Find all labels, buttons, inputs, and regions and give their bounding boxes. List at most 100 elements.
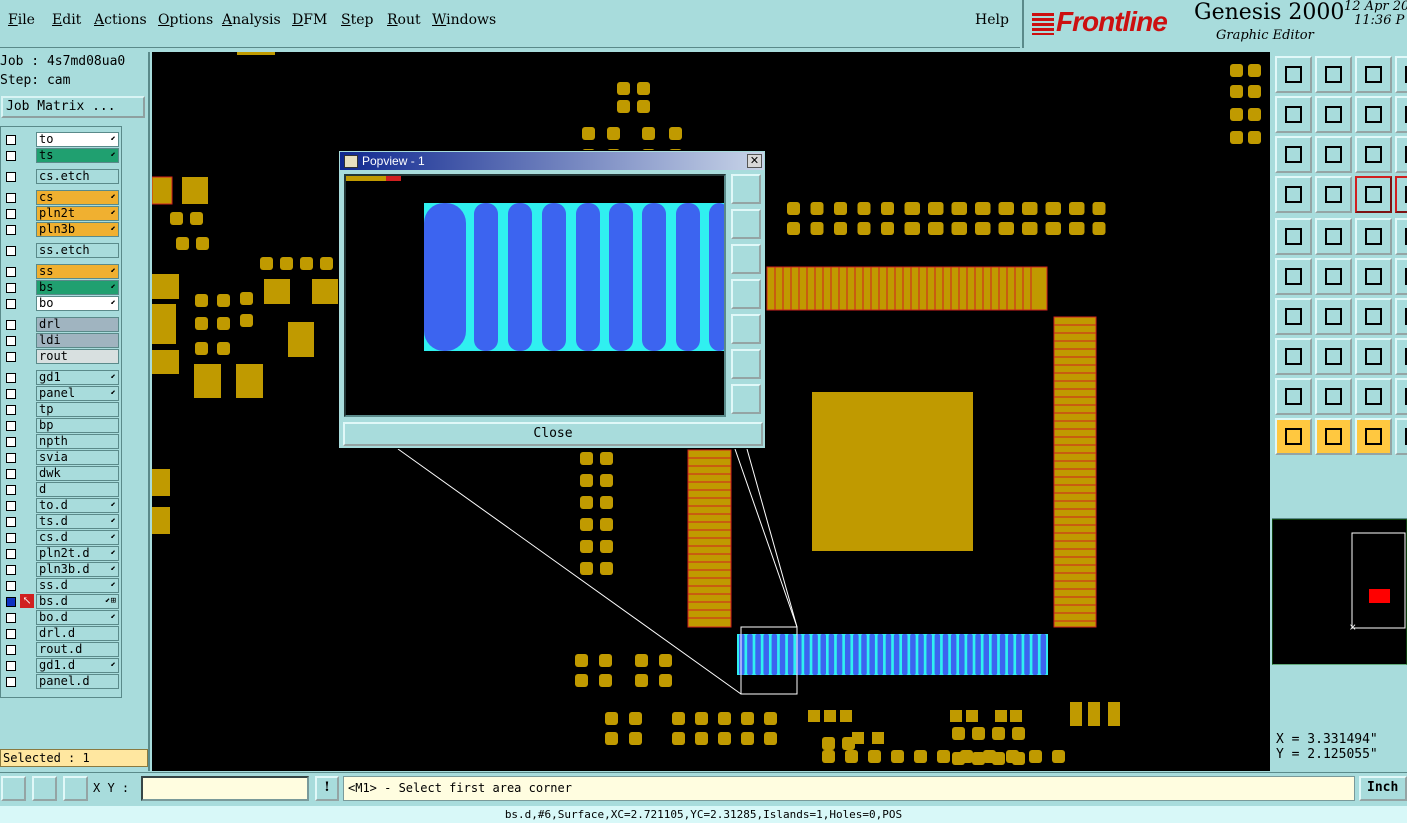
layer-checkbox[interactable] [6, 645, 16, 655]
layer-row[interactable]: bp [1, 418, 123, 433]
layer-row[interactable]: rout [1, 349, 123, 364]
layer-row[interactable]: ↖ bs.d ⬋⊞ [1, 594, 123, 609]
layer-row[interactable]: ldi [1, 333, 123, 348]
layer-row[interactable]: to ⬋ [1, 132, 123, 147]
layer-name[interactable]: rout.d [36, 642, 119, 657]
layer-name[interactable]: bp [36, 418, 119, 433]
layer-checkbox[interactable] [6, 352, 16, 362]
layer-row[interactable]: d [1, 482, 123, 497]
triangle-icon-button[interactable] [1275, 378, 1312, 415]
pv-zoom-in-button[interactable] [731, 349, 761, 379]
layer-checkbox[interactable] [6, 373, 16, 383]
menu-analysis[interactable]: Analysis [222, 12, 281, 28]
layer-name[interactable]: cs ⬋ [36, 190, 119, 205]
layer-row[interactable]: rout.d [1, 642, 123, 657]
layer-name[interactable]: drl.d [36, 626, 119, 641]
layer-name[interactable]: ss.etch [36, 243, 119, 258]
layer-checkbox[interactable] [6, 225, 16, 235]
layer-name[interactable]: drl [36, 317, 119, 332]
layer-checkbox[interactable] [6, 597, 16, 607]
layer-checkbox[interactable] [6, 209, 16, 219]
menu-dfm[interactable]: DFM [292, 12, 327, 28]
menu-rout[interactable]: Rout [387, 12, 421, 28]
layer-checkbox[interactable] [6, 629, 16, 639]
alert-button[interactable]: ! [315, 776, 339, 801]
layer-name[interactable]: to ⬋ [36, 132, 119, 147]
job-matrix-button[interactable]: Job Matrix ... [1, 96, 145, 118]
box-icon-button[interactable] [1355, 338, 1392, 375]
layer-row[interactable]: gd1.d ⬋ [1, 658, 123, 673]
layer-checkbox[interactable] [6, 517, 16, 527]
layer-row[interactable]: pln3b.d ⬋ [1, 562, 123, 577]
menu-step[interactable]: Step [341, 12, 373, 28]
layer-checkbox[interactable] [6, 549, 16, 559]
layer-checkbox[interactable] [6, 299, 16, 309]
layer-name[interactable]: panel.d [36, 674, 119, 689]
fit-icon-button[interactable] [1275, 136, 1312, 173]
layer-name[interactable]: npth [36, 434, 119, 449]
layer-checkbox[interactable] [6, 421, 16, 431]
layer-name[interactable]: pln3b.d ⬋ [36, 562, 119, 577]
layer-row[interactable]: bs ⬋ [1, 280, 123, 295]
layer-checkbox[interactable] [6, 246, 16, 256]
layer-checkbox[interactable] [6, 267, 16, 277]
layer-checkbox[interactable] [6, 613, 16, 623]
snap-button[interactable] [1, 776, 26, 801]
layer-name[interactable]: cs.etch [36, 169, 119, 184]
layer-checkbox[interactable] [6, 661, 16, 671]
layer-row[interactable]: panel ⬋ [1, 386, 123, 401]
slash-icon-button[interactable] [1315, 298, 1352, 335]
layer-row[interactable]: svia [1, 450, 123, 465]
pv-pan-up-button[interactable] [731, 209, 761, 239]
center-icon-button[interactable] [1315, 136, 1352, 173]
tool-button[interactable] [1395, 218, 1407, 255]
layer-name[interactable]: pln2t.d ⬋ [36, 546, 119, 561]
layer-row[interactable]: cs ⬋ [1, 190, 123, 205]
popview-titlebar[interactable]: Popview - 1 ✕ [340, 152, 764, 170]
pv-pan-down-button[interactable] [731, 244, 761, 274]
layer-row[interactable]: ts.d ⬋ [1, 514, 123, 529]
layer-row[interactable]: cs.etch [1, 169, 123, 184]
filter-icon-button[interactable] [1275, 176, 1312, 213]
tool-button[interactable] [1395, 298, 1407, 335]
grid-button[interactable] [63, 776, 88, 801]
snap-icon-button[interactable] [1315, 176, 1352, 213]
home-icon-button[interactable] [1355, 56, 1392, 93]
cross-icon-button[interactable] [1315, 258, 1352, 295]
layer-name[interactable]: pln3b ⬋ [36, 222, 119, 237]
layer-row[interactable]: cs.d ⬋ [1, 530, 123, 545]
layer-row[interactable]: ss.d ⬋ [1, 578, 123, 593]
layer-row[interactable]: to.d ⬋ [1, 498, 123, 513]
menu-actions[interactable]: Actions [94, 12, 147, 28]
tool-button[interactable] [1395, 418, 1407, 455]
layer-checkbox[interactable] [6, 336, 16, 346]
menu-file[interactable]: File [8, 12, 35, 28]
menu-edit[interactable]: Edit [52, 12, 81, 28]
layer-checkbox[interactable] [6, 677, 16, 687]
tool-button[interactable] [1395, 176, 1407, 213]
layer-name[interactable]: pln2t ⬋ [36, 206, 119, 221]
pan-left-button[interactable] [1275, 96, 1312, 133]
layer-name[interactable]: to.d ⬋ [36, 498, 119, 513]
layer-checkbox[interactable] [6, 469, 16, 479]
layer-row[interactable]: bo.d ⬋ [1, 610, 123, 625]
menu-help[interactable]: Help [975, 12, 1009, 28]
layer-row[interactable]: drl.d [1, 626, 123, 641]
layer-name[interactable]: ss ⬋ [36, 264, 119, 279]
route-icon-button[interactable] [1355, 176, 1392, 213]
layer-checkbox[interactable] [6, 193, 16, 203]
layer-name[interactable]: bo.d ⬋ [36, 610, 119, 625]
arc-icon-button[interactable] [1355, 298, 1392, 335]
layer-checkbox[interactable] [6, 320, 16, 330]
pv-zoom-fit-button[interactable] [731, 174, 761, 204]
xy-input[interactable] [141, 776, 309, 801]
layer-name[interactable]: bs ⬋ [36, 280, 119, 295]
layer-name[interactable]: d [36, 482, 119, 497]
mini-map[interactable]: × [1271, 518, 1407, 666]
layer-row[interactable]: pln3b ⬋ [1, 222, 123, 237]
layer-name[interactable]: ss.d ⬋ [36, 578, 119, 593]
layer-row[interactable]: pln2t.d ⬋ [1, 546, 123, 561]
layer-checkbox[interactable] [6, 389, 16, 399]
layer-checkbox[interactable] [6, 565, 16, 575]
layer-row[interactable]: gd1 ⬋ [1, 370, 123, 385]
